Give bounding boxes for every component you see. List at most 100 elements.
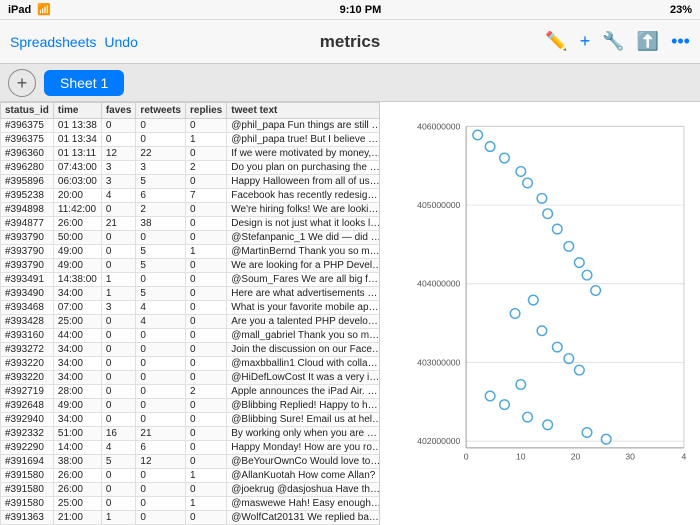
table-cell: #393491 (1, 273, 54, 287)
table-cell: 0 (186, 217, 227, 231)
table-cell: 0 (136, 385, 186, 399)
table-cell: 0 (186, 329, 227, 343)
table-row: #39342825:00040Are you a talented PHP de… (1, 315, 381, 329)
table-cell: Facebook has recently redesigned their e… (227, 189, 380, 203)
table-row: #39158025:00001@maswewe Hah! Easy enough… (1, 497, 381, 511)
table-cell: 14:38:00 (53, 273, 101, 287)
table-cell: 0 (136, 413, 186, 427)
table-row: #39158026:00001@AllanKuotah How come All… (1, 469, 381, 483)
table-cell: 0 (101, 469, 136, 483)
table-row: #39158026:00000@joekrug @dasjoshua Have … (1, 483, 381, 497)
table-cell: 1 (101, 273, 136, 287)
scatter-point (500, 153, 510, 163)
table-cell: 21:00 (53, 511, 101, 525)
table-cell: 12 (101, 147, 136, 161)
table-cell: #395238 (1, 189, 54, 203)
table-row: #39379050:00000@Stefanpanic_1 We did — d… (1, 231, 381, 245)
table-cell: 0 (101, 315, 136, 329)
document-title: metrics (239, 32, 460, 52)
back-button[interactable]: Spreadsheets (10, 34, 96, 50)
table-cell: 0 (136, 119, 186, 133)
table-cell: 0 (101, 413, 136, 427)
x-label-30: 30 (625, 451, 635, 461)
table-cell: 0 (186, 259, 227, 273)
table-cell: #391580 (1, 497, 54, 511)
table-cell: 34:00 (53, 357, 101, 371)
table-row: #39637501 13:34001@phil_papa true! But I… (1, 133, 381, 147)
table-cell: 1 (101, 511, 136, 525)
table-cell: #393490 (1, 287, 54, 301)
table-cell: Apple announces the iPad Air. Overall, w… (227, 385, 380, 399)
add-icon[interactable]: + (580, 31, 591, 52)
table-cell: 6 (136, 189, 186, 203)
table-row: #39379049:00051@MartinBernd Thank you so… (1, 245, 381, 259)
table-cell: @MartinBernd Thank you so much Bernd! We… (227, 245, 380, 259)
table-cell: 11:42:00 (53, 203, 101, 217)
table-cell: 0 (101, 357, 136, 371)
table-cell: 34:00 (53, 413, 101, 427)
table-cell: 12 (136, 455, 186, 469)
scatter-point (528, 295, 538, 305)
more-icon[interactable]: ••• (671, 31, 690, 52)
scatter-point (523, 178, 533, 188)
table-row: #39316044:00000@mall_gabriel Thank you s… (1, 329, 381, 343)
table-cell: 0 (136, 483, 186, 497)
table-cell: @phil_papa true! But I believe Larry's q… (227, 133, 380, 147)
table-cell: 49:00 (53, 245, 101, 259)
scatter-point (575, 258, 585, 268)
time-label: 9:10 PM (340, 4, 382, 16)
table-cell: 34:00 (53, 343, 101, 357)
table-cell: #392290 (1, 441, 54, 455)
table-cell: 21 (101, 217, 136, 231)
table-cell: #396375 (1, 119, 54, 133)
table-row: #39169438:005120@BeYourOwnCo Would love … (1, 455, 381, 469)
table-cell: 34:00 (53, 371, 101, 385)
table-row: #39379049:00050We are looking for a PHP … (1, 259, 381, 273)
table-cell: 0 (186, 357, 227, 371)
table-cell: 1 (101, 287, 136, 301)
table-cell: 0 (101, 497, 136, 511)
table-cell: 44:00 (53, 329, 101, 343)
spreadsheet-panel[interactable]: status_id time faves retweets replies tw… (0, 102, 380, 525)
scatter-point (582, 428, 592, 438)
table-cell: 0 (186, 441, 227, 455)
table-cell: #396360 (1, 147, 54, 161)
undo-button[interactable]: Undo (104, 34, 137, 50)
table-cell: #395896 (1, 175, 54, 189)
table-cell: 49:00 (53, 259, 101, 273)
sheet-tab-1[interactable]: Sheet 1 (44, 70, 124, 96)
table-cell: 2 (186, 385, 227, 399)
table-cell: 4 (136, 315, 186, 329)
table-cell: 0 (101, 203, 136, 217)
table-cell: 34:00 (53, 287, 101, 301)
table-cell: 0 (136, 371, 186, 385)
table-row: #39636001 13:1112220If we were motivated… (1, 147, 381, 161)
table-cell: 22 (136, 147, 186, 161)
wrench-icon[interactable]: 🔧 (602, 31, 624, 52)
table-row: #39327234:00000Join the discussion on ou… (1, 343, 381, 357)
table-cell: 4 (101, 189, 136, 203)
pencil-icon[interactable]: ✏️ (545, 31, 567, 52)
scatter-point (537, 326, 547, 336)
add-sheet-button[interactable]: + (8, 69, 36, 97)
table-cell: #392719 (1, 385, 54, 399)
table-cell: 0 (136, 273, 186, 287)
table-cell: 0 (101, 343, 136, 357)
table-cell: 01 13:34 (53, 133, 101, 147)
table-cell: 5 (136, 259, 186, 273)
table-cell: 0 (136, 357, 186, 371)
scatter-point (500, 400, 510, 410)
table-cell: #394877 (1, 217, 54, 231)
table-cell: Join the discussion on our Facebook abou… (227, 343, 380, 357)
table-cell: 0 (186, 175, 227, 189)
table-cell: 51:00 (53, 427, 101, 441)
table-cell: @phil_papa Fun things are still ahead fo… (227, 119, 380, 133)
table-row: #39271928:00002Apple announces the iPad … (1, 385, 381, 399)
share-icon[interactable]: ⬆️ (637, 31, 659, 52)
table-cell: Happy Monday! How are you rocking it thi… (227, 441, 380, 455)
table-cell: 0 (101, 245, 136, 259)
table-cell: @maxbballin1 Cloud with collaboration se… (227, 357, 380, 371)
table-cell: 20:00 (53, 189, 101, 203)
table-cell: 0 (101, 329, 136, 343)
table-row: #39489811:42:00020We're hiring folks! We… (1, 203, 381, 217)
